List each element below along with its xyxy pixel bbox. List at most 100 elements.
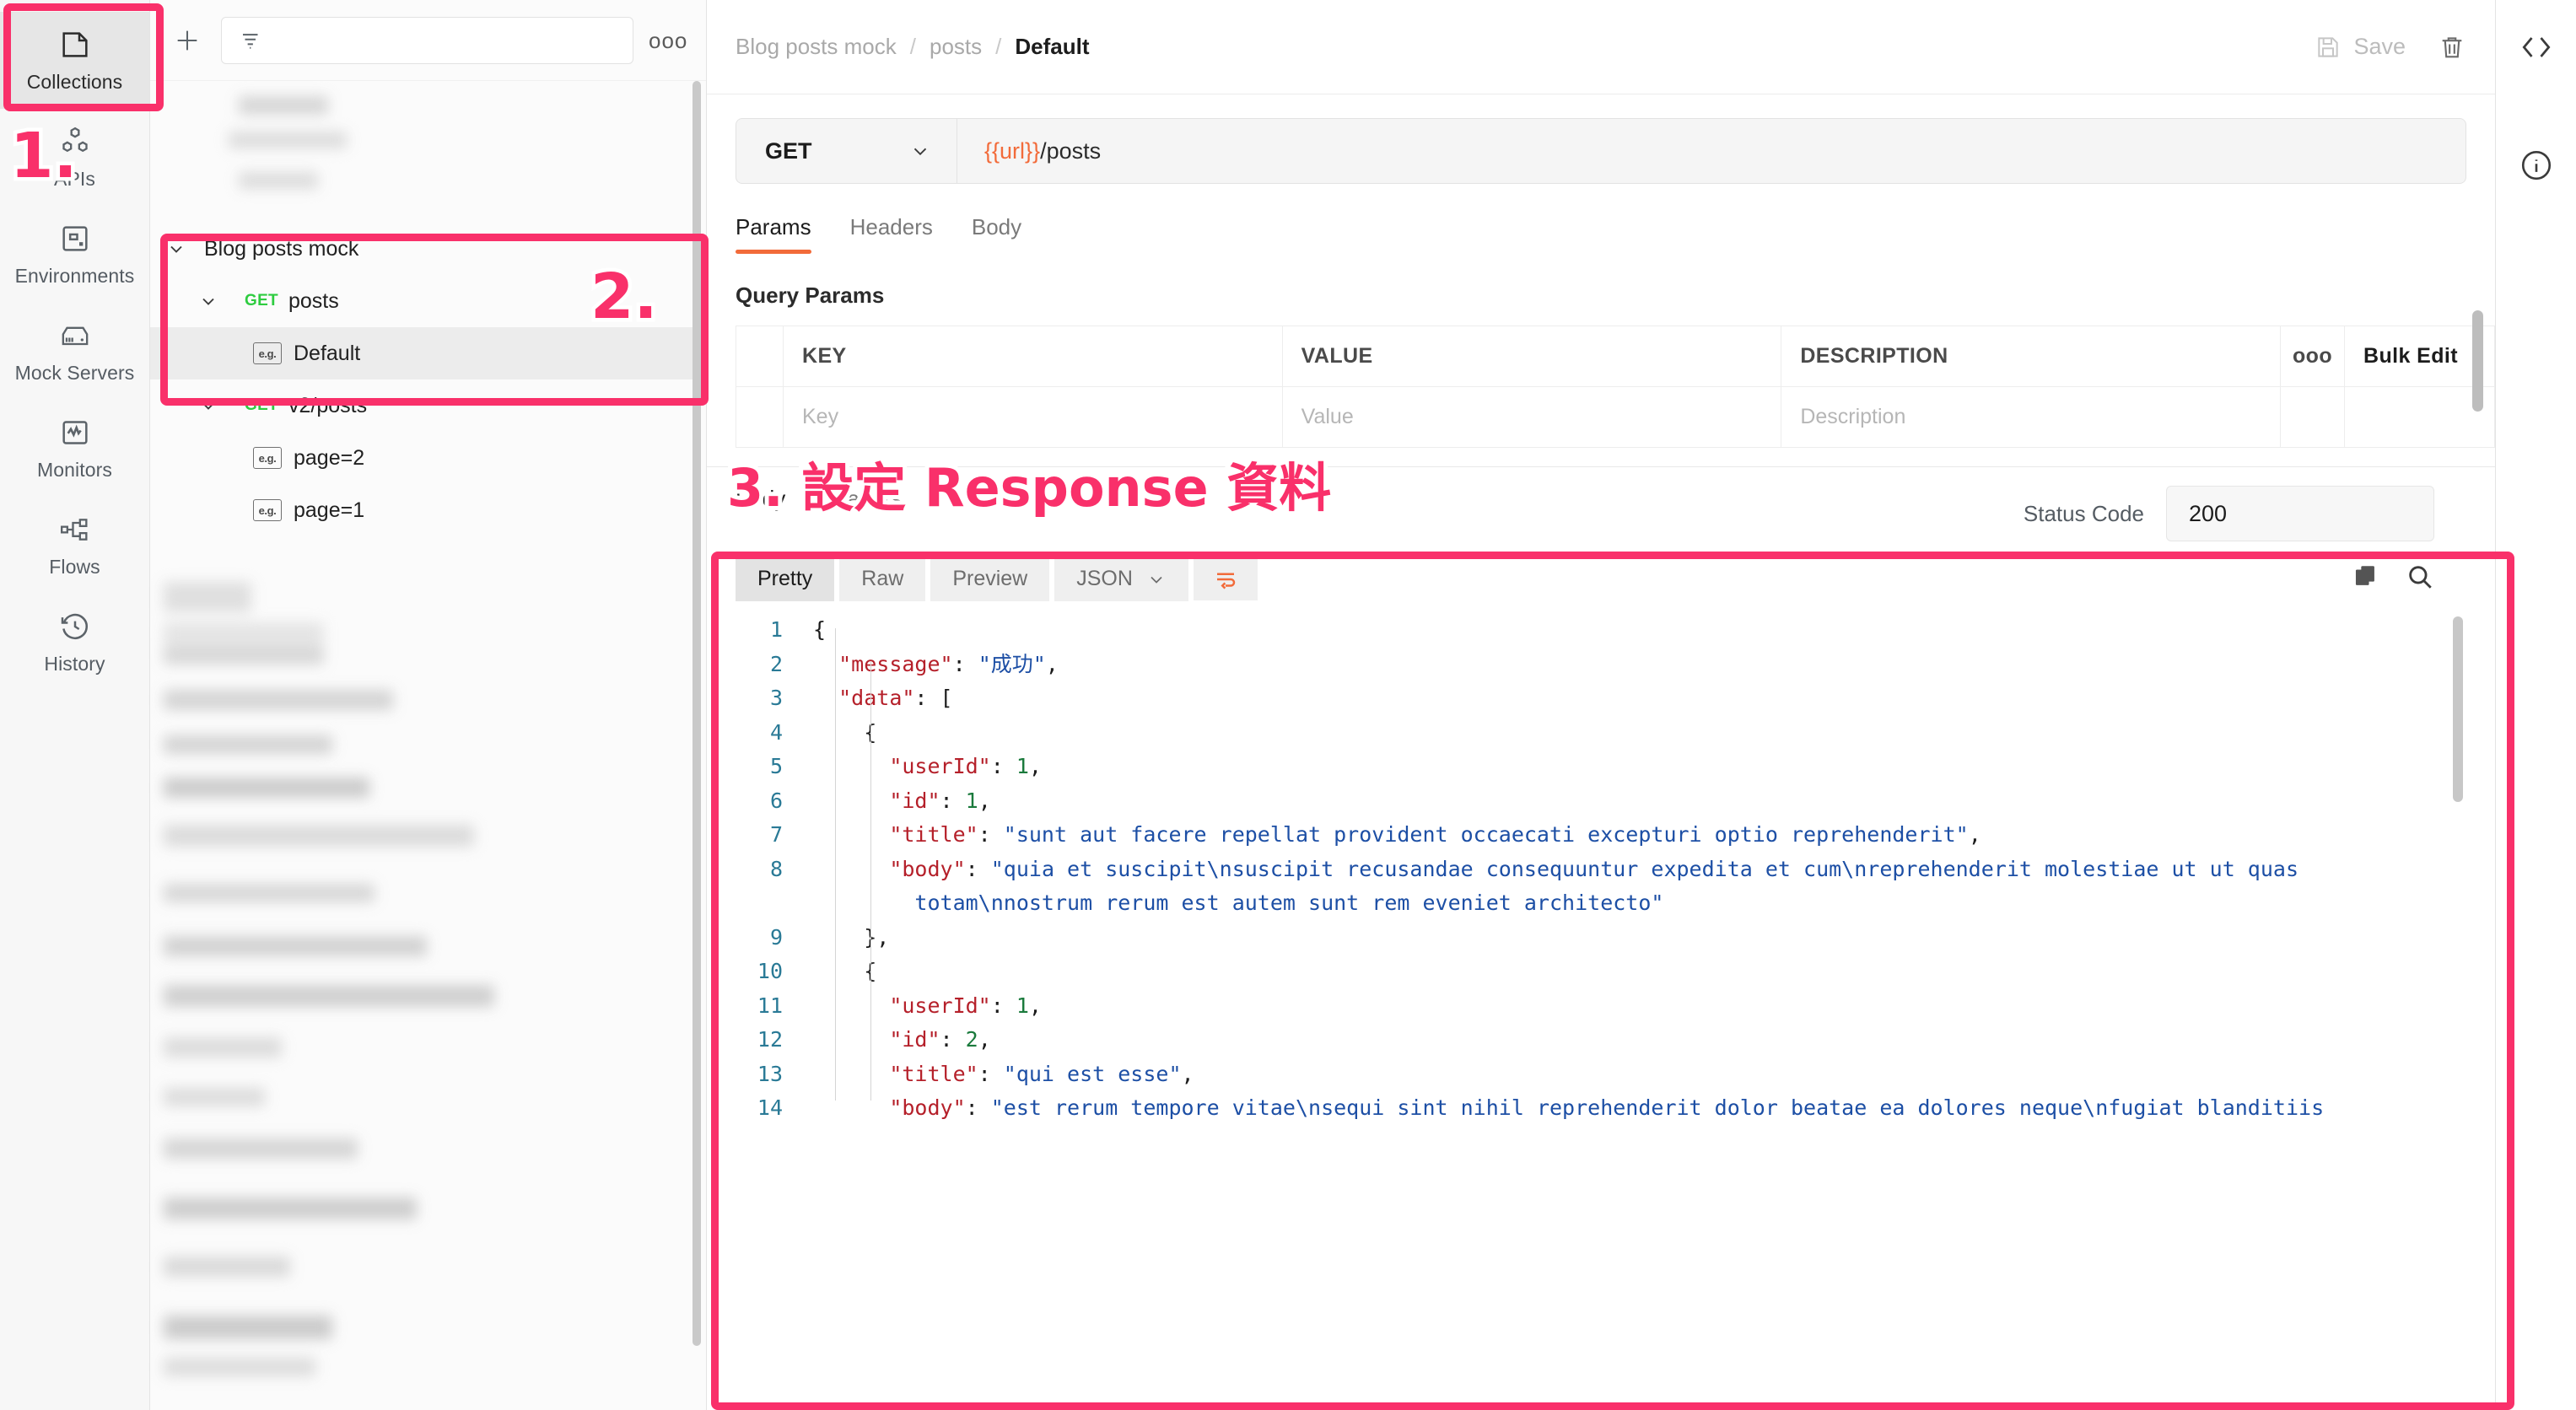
bulk-edit-label: Bulk Edit	[2363, 344, 2458, 368]
code-line: "title": "qui est esse",	[889, 1061, 1194, 1086]
sidebar-item-flows[interactable]: Flows	[0, 497, 149, 594]
chevron-down-icon	[1151, 576, 1162, 584]
response-format-row: Pretty Raw Preview JSON	[707, 541, 2495, 601]
url-path: /posts	[1040, 137, 1102, 164]
params-scrollbar[interactable]	[2472, 310, 2483, 412]
url-input[interactable]: {{url}}/posts	[957, 119, 2466, 183]
status-code-input[interactable]: 200	[2166, 486, 2434, 541]
right-icon-rail	[2495, 0, 2576, 1410]
code-line: "userId": 1,	[889, 754, 1042, 778]
sidebar-more-button[interactable]: ooo	[649, 30, 687, 51]
collection-tree: Blog posts mock GET posts e.g. Default G…	[150, 223, 707, 536]
response-header: Body Headers Status Code 200	[707, 467, 2495, 541]
sidebar-item-collections[interactable]: Collections	[0, 12, 149, 109]
value-input[interactable]: Value	[1281, 386, 1782, 448]
copy-button[interactable]	[2352, 562, 2380, 595]
code-line: "title": "sunt aut facere repellat provi…	[889, 822, 1981, 847]
table-row[interactable]: Key Value Description	[736, 386, 2495, 448]
collections-icon	[56, 25, 94, 64]
save-button[interactable]: Save	[2291, 34, 2429, 61]
breadcrumb-separator: /	[909, 34, 916, 59]
blurred-placeholder-bottom	[150, 557, 690, 1408]
sidebar-item-mock-servers[interactable]: Mock Servers	[0, 303, 149, 400]
tab-response-body[interactable]: Body	[736, 486, 785, 512]
example-badge-icon: e.g.	[253, 447, 282, 469]
code-snippet-icon[interactable]	[2518, 29, 2555, 70]
format-pretty[interactable]: Pretty	[736, 557, 835, 601]
language-select[interactable]: JSON	[1054, 557, 1188, 601]
code-line: "message": "成功",	[838, 651, 1059, 676]
sidebar-item-label: History	[44, 653, 105, 675]
tree-item-example-page2[interactable]: e.g. page=2	[150, 432, 707, 484]
filter-icon	[243, 33, 258, 49]
col-checkbox	[736, 326, 784, 387]
tree-item-label: page=1	[294, 498, 365, 522]
code-line: "userId": 1,	[889, 993, 1042, 1018]
info-circle-icon[interactable]	[2519, 148, 2554, 187]
key-input[interactable]: Key	[783, 386, 1283, 448]
delete-button[interactable]	[2429, 33, 2495, 62]
tab-params[interactable]: Params	[736, 206, 811, 254]
filter-input[interactable]	[221, 16, 633, 64]
save-disk-icon	[2318, 36, 2339, 57]
chevron-down-icon[interactable]	[194, 396, 223, 416]
blurred-placeholder-top	[150, 84, 763, 209]
code-line: {	[813, 716, 2466, 751]
sidebar-item-label: Mock Servers	[14, 362, 135, 384]
format-raw[interactable]: Raw	[839, 557, 926, 601]
mock-servers-icon	[56, 316, 94, 355]
sidebar-item-label: Monitors	[37, 459, 112, 481]
code-scrollbar[interactable]	[2453, 616, 2463, 802]
query-params-table: KEY VALUE DESCRIPTION ooo Bulk Edit Key …	[736, 326, 2495, 448]
sidebar-item-label: APIs	[54, 168, 95, 190]
chevron-down-icon	[913, 148, 927, 156]
status-code-group: Status Code 200	[2024, 486, 2466, 541]
sidebar-scrollbar[interactable]	[693, 81, 701, 1346]
tree-item-request-v2posts[interactable]: GET v2/posts	[150, 379, 707, 432]
tab-response-headers[interactable]: Headers	[819, 486, 902, 512]
code-line: "body": "est rerum tempore vitae\nsequi …	[889, 1095, 2325, 1119]
chevron-down-icon[interactable]	[194, 291, 223, 311]
http-verb-badge: GET	[245, 396, 278, 414]
col-description: DESCRIPTION	[1781, 326, 2281, 387]
response-actions	[2352, 562, 2466, 595]
sidebar-toolbar: ooo	[150, 0, 706, 81]
format-preview[interactable]: Preview	[930, 557, 1050, 601]
search-button[interactable]	[2406, 562, 2434, 595]
code-line: "body": "quia et suscipit\nsuscipit recu…	[889, 856, 2299, 881]
example-badge-icon: e.g.	[253, 342, 282, 364]
table-header-row: KEY VALUE DESCRIPTION ooo Bulk Edit	[736, 326, 2495, 387]
fold-guide	[835, 628, 836, 1101]
sidebar-item-environments[interactable]: Environments	[0, 206, 149, 303]
new-item-button[interactable]	[169, 22, 206, 59]
wrap-lines-button[interactable]	[1193, 557, 1258, 600]
tree-item-label: Blog posts mock	[204, 236, 359, 261]
left-icon-rail: Collections APIs Environments Mock Serve…	[0, 0, 150, 1410]
apis-icon	[56, 122, 94, 161]
method-select[interactable]: GET	[736, 119, 957, 183]
request-url-row: GET {{url}}/posts	[707, 94, 2495, 184]
tree-item-example-page1[interactable]: e.g. page=1	[150, 484, 707, 536]
row-checkbox[interactable]	[736, 386, 784, 448]
save-label: Save	[2353, 34, 2406, 59]
tab-headers[interactable]: Headers	[850, 206, 933, 254]
sidebar-item-monitors[interactable]: Monitors	[0, 400, 149, 497]
tree-item-label: page=2	[294, 445, 365, 470]
breadcrumb-collection[interactable]: Blog posts mock	[736, 34, 897, 60]
breadcrumb-current: Default	[1015, 34, 1090, 59]
sidebar-item-history[interactable]: History	[0, 594, 149, 691]
example-badge-icon: e.g.	[253, 499, 282, 521]
breadcrumb-request[interactable]: posts	[930, 34, 982, 60]
tree-item-example-default[interactable]: e.g. Default	[150, 327, 707, 379]
response-json-code[interactable]: { "message": "成功", "data": [ { "userId":…	[736, 613, 2466, 1119]
sidebar-item-apis[interactable]: APIs	[0, 109, 149, 206]
response-body-editor[interactable]: 12345678 91011121314 151617181920 2122 {…	[736, 613, 2466, 1119]
tab-body[interactable]: Body	[972, 206, 1021, 254]
tree-item-collection[interactable]: Blog posts mock	[150, 223, 707, 275]
collections-sidebar: ooo Blog posts mock GET posts e.g. Defau…	[150, 0, 763, 1410]
chevron-down-icon[interactable]	[162, 239, 191, 259]
description-input[interactable]: Description	[1781, 386, 2281, 448]
tree-item-request-posts[interactable]: GET posts	[150, 275, 707, 327]
breadcrumb-separator: /	[995, 34, 1002, 59]
params-more-button[interactable]: ooo	[2280, 326, 2345, 387]
